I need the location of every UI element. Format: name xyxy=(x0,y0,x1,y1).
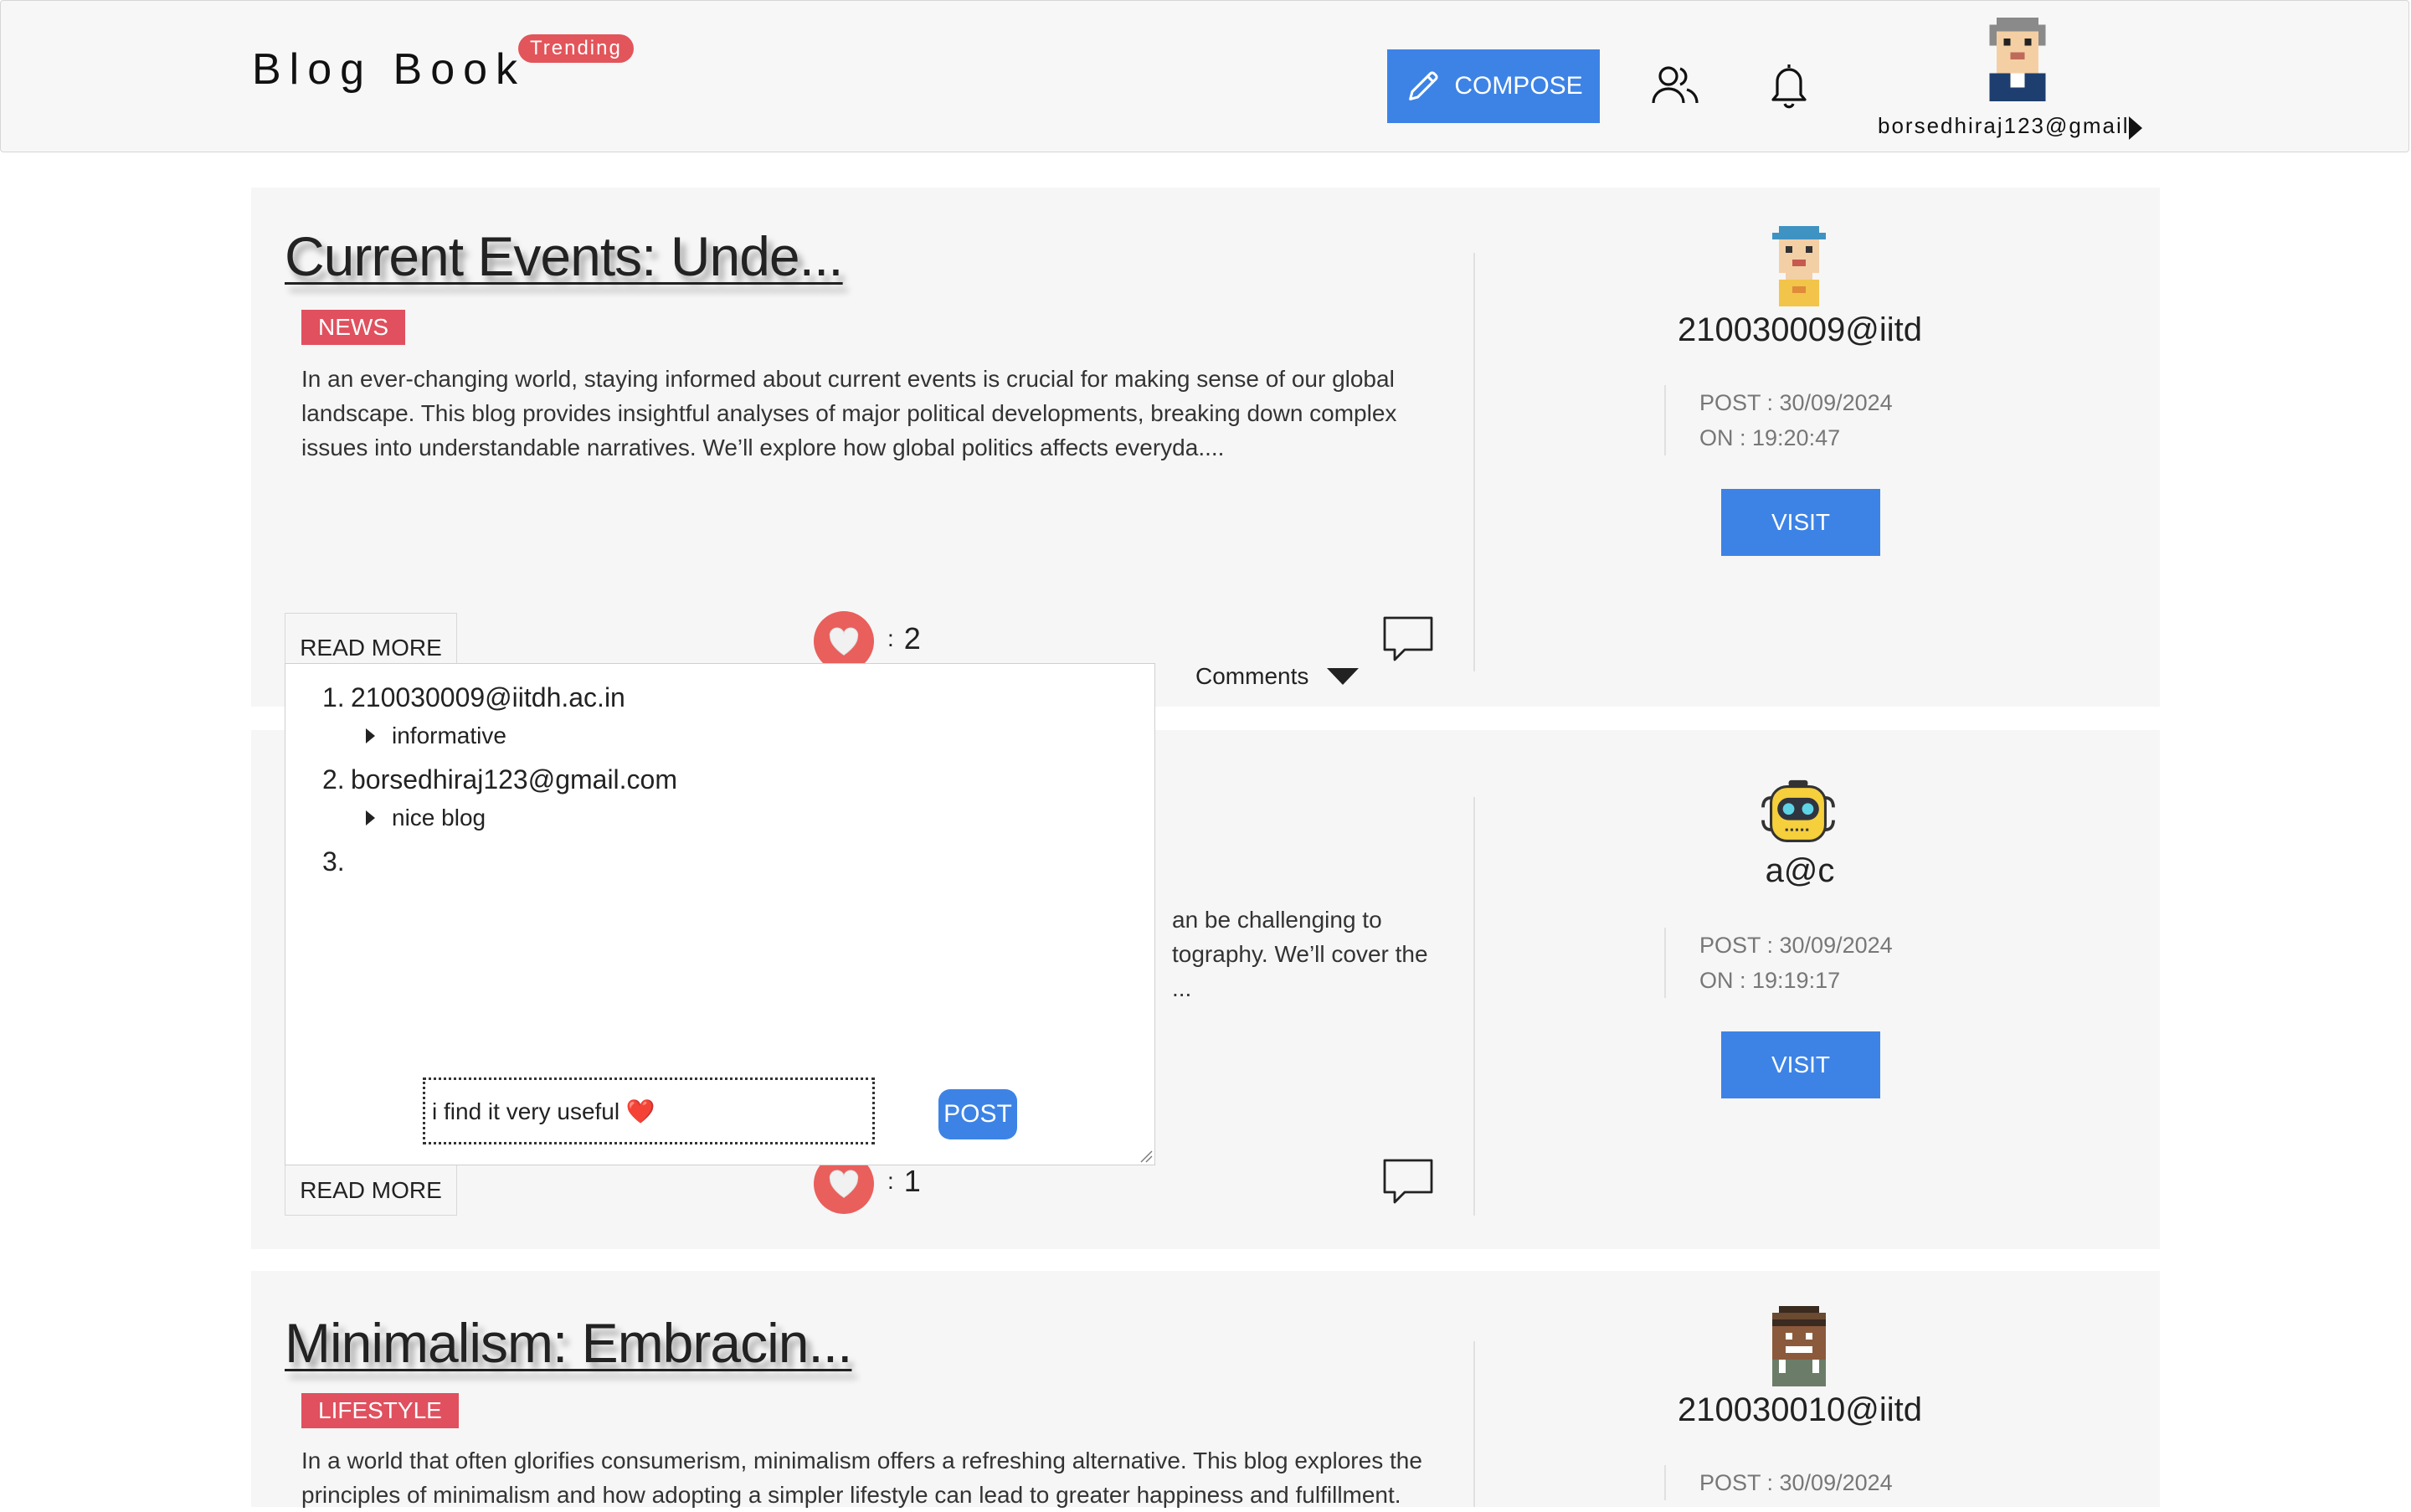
comments-label: Comments xyxy=(1195,663,1309,689)
comment-user: 210030009@iitdh.ac.in xyxy=(351,682,625,712)
post-title[interactable]: Minimalism: Embracin... xyxy=(285,1311,852,1375)
user-email[interactable]: borsedhiraj123@gmail xyxy=(1878,113,2130,139)
post-time: ON : 19:19:17 xyxy=(1699,968,1841,993)
like-colon: : xyxy=(887,1168,894,1194)
like-count-value: 2 xyxy=(903,621,921,656)
comment-icon[interactable] xyxy=(1381,1155,1435,1209)
site-logo[interactable]: Blog Book xyxy=(252,44,526,95)
comment-item: 3. xyxy=(322,846,351,877)
heart-icon xyxy=(829,1170,859,1198)
comment-icon[interactable] xyxy=(1381,613,1435,666)
comment-user: borsedhiraj123@gmail.com xyxy=(351,764,677,795)
card-divider xyxy=(1473,253,1475,671)
post-excerpt: In a world that often glorifies consumer… xyxy=(301,1448,1422,1508)
user-menu-caret-icon[interactable] xyxy=(2129,116,2142,140)
visit-button[interactable]: VISIT xyxy=(1721,1031,1880,1098)
users-icon[interactable] xyxy=(1648,58,1702,111)
pencil-icon xyxy=(1409,71,1438,100)
comment-text: informative xyxy=(392,723,506,748)
visit-button[interactable]: VISIT xyxy=(1721,489,1880,556)
compose-label: COMPOSE xyxy=(1454,72,1583,100)
post-card: Minimalism: Embracin... LIFESTYLE In a w… xyxy=(251,1271,2160,1508)
post-title[interactable]: Current Events: Unde... xyxy=(285,224,844,288)
author-avatar[interactable] xyxy=(1765,1306,1833,1386)
comment-item: 1. 210030009@iitdh.ac.in xyxy=(322,682,625,713)
author-avatar[interactable] xyxy=(1765,226,1833,306)
heart-icon xyxy=(829,627,859,656)
user-avatar[interactable] xyxy=(1982,18,2054,101)
comment-reply[interactable]: informative xyxy=(366,723,506,749)
like-count: :2 xyxy=(887,621,921,656)
author-avatar[interactable] xyxy=(1760,779,1837,849)
caret-down-icon xyxy=(1327,668,1360,685)
post-meta: POST : 30/09/2024 xyxy=(1664,1465,1893,1500)
post-date: POST : 30/09/2024 xyxy=(1699,390,1893,415)
post-excerpt: In an ever-changing world, staying infor… xyxy=(301,366,1397,460)
comment-number: 2. xyxy=(322,764,345,795)
caret-right-icon xyxy=(366,728,375,743)
like-count: :1 xyxy=(887,1164,921,1199)
card-divider xyxy=(1473,797,1475,1216)
top-navbar: Blog Book Trending COMPOSE borsedhiraj12… xyxy=(0,0,2409,152)
card-divider xyxy=(1473,1341,1475,1507)
compose-button[interactable]: COMPOSE xyxy=(1387,49,1600,123)
comments-toggle[interactable]: Comments xyxy=(1195,663,1360,690)
comment-input[interactable] xyxy=(423,1077,875,1144)
comment-number: 1. xyxy=(322,682,345,712)
post-meta: POST : 30/09/2024 ON : 19:20:47 xyxy=(1664,385,1893,455)
post-category-tag: NEWS xyxy=(301,310,405,345)
author-name: 210030010@iitd xyxy=(1678,1391,1922,1428)
trending-badge[interactable]: Trending xyxy=(518,34,634,63)
author-name: a@c xyxy=(1765,852,1835,889)
bell-icon[interactable] xyxy=(1762,58,1816,111)
comment-item: 2. borsedhiraj123@gmail.com xyxy=(322,764,677,795)
comment-number: 3. xyxy=(322,846,345,877)
post-comment-button[interactable]: POST xyxy=(938,1089,1017,1139)
post-time: ON : 19:20:47 xyxy=(1699,425,1841,450)
post-meta: POST : 30/09/2024 ON : 19:19:17 xyxy=(1664,928,1893,998)
author-name: 210030009@iitd xyxy=(1678,311,1922,348)
post-date: POST : 30/09/2024 xyxy=(1699,1470,1893,1495)
post-card: Current Events: Unde... NEWS In an ever-… xyxy=(251,188,2160,707)
like-count-value: 1 xyxy=(903,1164,921,1198)
resize-grip-icon[interactable] xyxy=(1138,1148,1153,1163)
comment-reply[interactable]: nice blog xyxy=(366,805,486,831)
post-category-tag: LIFESTYLE xyxy=(301,1393,459,1428)
comments-popup: 1. 210030009@iitdh.ac.in informative 2. bo… xyxy=(285,663,1155,1165)
post-date: POST : 30/09/2024 xyxy=(1699,933,1893,958)
comment-text: nice blog xyxy=(392,805,486,831)
caret-right-icon xyxy=(366,810,375,825)
like-colon: : xyxy=(887,625,894,651)
